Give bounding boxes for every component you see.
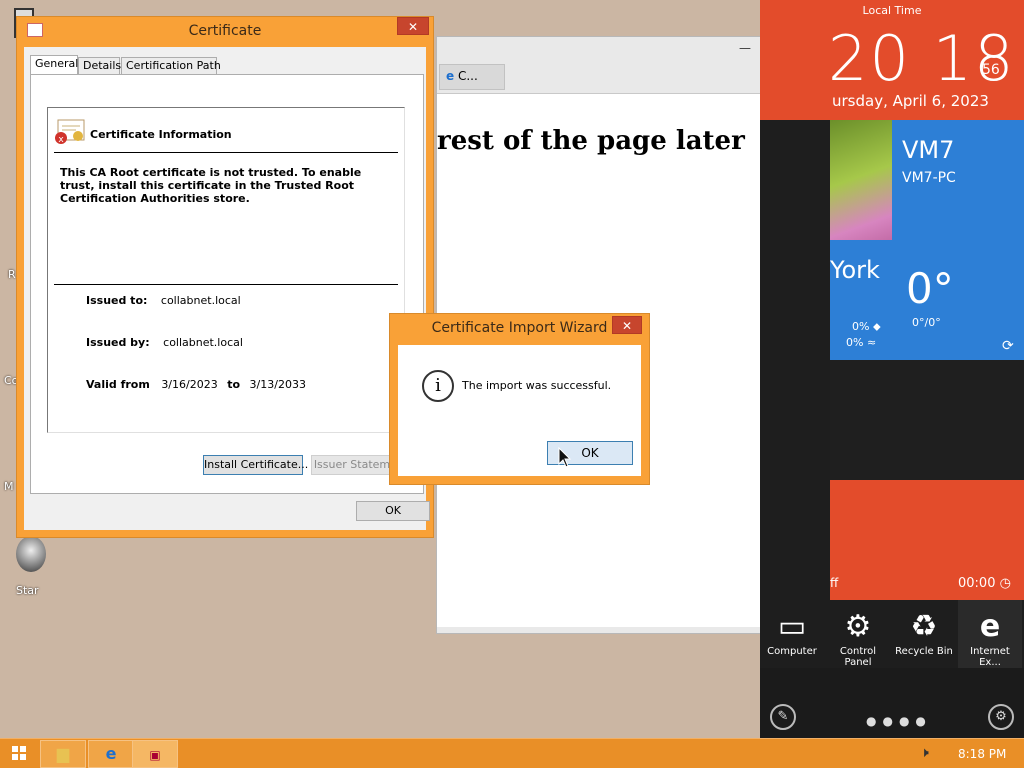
date-display: ursday, April 6, 2023 — [832, 92, 989, 110]
ie-icon: e — [446, 69, 455, 83]
taskbar-file-explorer[interactable]: ▆ — [40, 740, 86, 768]
control-panel-tile-label: Control Panel — [839, 646, 877, 668]
ie-icon: e — [105, 744, 117, 763]
tab-details[interactable]: Details — [78, 57, 121, 75]
vm-pc-name: VM7-PC — [902, 170, 956, 186]
certificate-icon: ▣ — [149, 748, 161, 762]
divider — [54, 284, 398, 285]
certificate-ok-button[interactable]: OK — [356, 501, 430, 521]
temperature: 0° — [906, 264, 954, 313]
folder-icon: ▆ — [56, 744, 70, 763]
start-button[interactable] — [12, 746, 26, 760]
general-tab-panel: x Certificate Information This CA Root c… — [30, 74, 424, 494]
issued-to-value: collabnet.local — [160, 294, 241, 307]
valid-from-value: 3/16/2023 — [161, 378, 218, 391]
issued-by-label: Issued by: — [86, 336, 150, 349]
certificate-titlebar[interactable]: Certificate ✕ — [17, 17, 433, 45]
alarm-tile[interactable]: ff 00:00 ◷ — [830, 480, 1024, 600]
vm-name: VM7 — [902, 136, 955, 164]
edit-pencil-icon[interactable]: ✎ — [770, 704, 796, 730]
issued-by-value: collabnet.local — [163, 336, 243, 349]
import-wizard-body: i The import was successful. OK — [398, 345, 641, 476]
ie-tile-label: Internet Ex... — [970, 646, 1010, 668]
weather-city: York — [830, 256, 880, 284]
local-time-label: Local Time — [862, 4, 922, 17]
dark-tile[interactable] — [830, 360, 1024, 480]
browser-tab[interactable]: e C... — [439, 64, 505, 90]
weather-tile[interactable]: 0° 0°/0° ⟳ — [892, 240, 1024, 360]
desktop-icon-label-start: Star — [16, 584, 39, 597]
precip-value: 0% ⬥ — [852, 320, 881, 333]
user-tile[interactable]: VM7 VM7-PC — [892, 120, 1024, 240]
issued-to-row: Issued to: collabnet.local — [86, 294, 241, 307]
page-heading: rest of the page later — [437, 126, 745, 156]
minimize-button[interactable]: — — [735, 41, 755, 57]
validity-row: Valid from 3/16/2023 to 3/13/2033 — [86, 378, 306, 391]
recycle-bin-tile-label: Recycle Bin — [895, 646, 953, 657]
mouse-cursor-icon — [558, 447, 572, 468]
time-display: 20 18 — [828, 22, 1016, 95]
tile-panel: Local Time 20 18 56 ursday, April 6, 202… — [760, 0, 1024, 738]
start-orb-icon[interactable] — [16, 536, 46, 572]
tab-certification-path[interactable]: Certification Path — [121, 57, 221, 75]
stopwatch-icon — [982, 34, 1006, 58]
computer-tile-label: Computer — [767, 646, 817, 657]
issued-to-label: Issued to: — [86, 294, 148, 307]
taskbar-internet-explorer[interactable]: e — [88, 740, 134, 768]
tab-general[interactable]: General — [30, 55, 78, 75]
import-wizard-dialog: Certificate Import Wizard ✕ i The import… — [389, 313, 650, 485]
wind-value: 0% ≈ — [846, 336, 877, 349]
alarm-time: 00:00 ◷ — [958, 576, 1011, 591]
info-icon: i — [422, 370, 454, 402]
taskbar-certificate[interactable]: ▣ — [132, 740, 178, 768]
internet-explorer-tile[interactable]: e Internet Ex... — [958, 600, 1022, 668]
certificate-dialog: Certificate ✕ General Details Certificat… — [16, 16, 434, 538]
import-wizard-title[interactable]: Certificate Import Wizard — [390, 320, 649, 336]
recycle-bin-icon: ♻ — [910, 609, 938, 644]
import-wizard-close-button[interactable]: ✕ — [612, 316, 642, 334]
certificate-close-button[interactable]: ✕ — [397, 17, 429, 35]
certificate-body: General Details Certification Path x Cer… — [24, 47, 430, 530]
alarm-status: ff — [830, 576, 839, 590]
valid-from-label: Valid from — [86, 378, 150, 391]
certificate-info-title: Certificate Information — [90, 128, 232, 141]
seconds-display: 56 — [982, 62, 1000, 78]
import-success-message: The import was successful. — [462, 379, 612, 392]
weather-tile-left[interactable]: York 0% ⬥ 0% ≈ — [830, 240, 892, 360]
certificate-error-icon: x — [54, 118, 85, 145]
taskbar: ▆ e ▣ 🕨 8:18 PM — [0, 738, 1024, 768]
certificate-title: Certificate — [188, 23, 262, 39]
valid-to-label: to — [227, 378, 241, 391]
gear-icon: ⚙ — [844, 609, 872, 644]
computer-tile[interactable]: ▭ Computer — [760, 600, 824, 668]
tile-panel-footer: ✎ ●●●● ⚙ — [760, 668, 1024, 738]
recycle-bin-tile[interactable]: ♻ Recycle Bin — [892, 600, 956, 668]
taskbar-clock[interactable]: 8:18 PM — [958, 747, 1006, 761]
divider — [54, 152, 398, 153]
valid-to-value: 3/13/2033 — [249, 378, 306, 391]
trust-warning-text: This CA Root certificate is not trusted.… — [60, 166, 362, 205]
svg-text:x: x — [58, 135, 64, 145]
install-certificate-button[interactable]: Install Certificate... — [203, 455, 308, 475]
temperature-range: 0°/0° — [912, 316, 941, 329]
settings-gear-icon[interactable]: ⚙ — [988, 704, 1014, 730]
ie-icon: e — [979, 609, 1001, 644]
local-time-tile[interactable]: Local Time 20 18 56 ursday, April 6, 202… — [760, 0, 1024, 120]
certificate-info-box: x Certificate Information This CA Root c… — [47, 107, 405, 433]
control-panel-tile[interactable]: ⚙ Control Panel — [826, 600, 890, 668]
browser-tab-label: C... — [457, 69, 478, 83]
refresh-icon[interactable]: ⟳ — [1002, 338, 1014, 354]
issued-by-row: Issued by: collabnet.local — [86, 336, 243, 349]
page-indicator-dots[interactable]: ●●●● — [866, 714, 932, 728]
volume-muted-icon[interactable]: 🕨 — [920, 745, 929, 761]
computer-icon: ▭ — [777, 609, 807, 644]
